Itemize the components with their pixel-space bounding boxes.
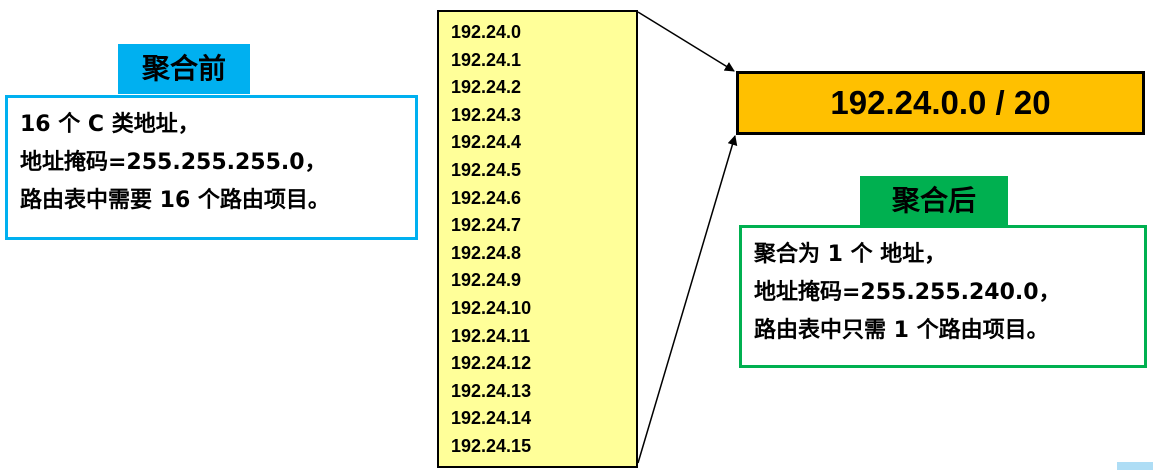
after-line-2: 地址掩码=255.255.240.0， — [754, 280, 1061, 305]
after-line-3: 路由表中只需 1 个路由项目。 — [754, 318, 1049, 343]
after-line-1: 聚合为 1 个 地址， — [754, 242, 947, 267]
aggregated-result-box: 192.24.0.0 / 20 — [736, 71, 1145, 135]
bottom-arrow-line — [637, 135, 738, 464]
after-aggregation-box: 聚合为 1 个 地址， 地址掩码=255.255.240.0， 路由表中只需 1… — [739, 225, 1147, 368]
top-arrow-line — [637, 11, 735, 72]
after-aggregation-tag: 聚合后 — [860, 176, 1008, 226]
corner-decoration — [1117, 462, 1153, 470]
